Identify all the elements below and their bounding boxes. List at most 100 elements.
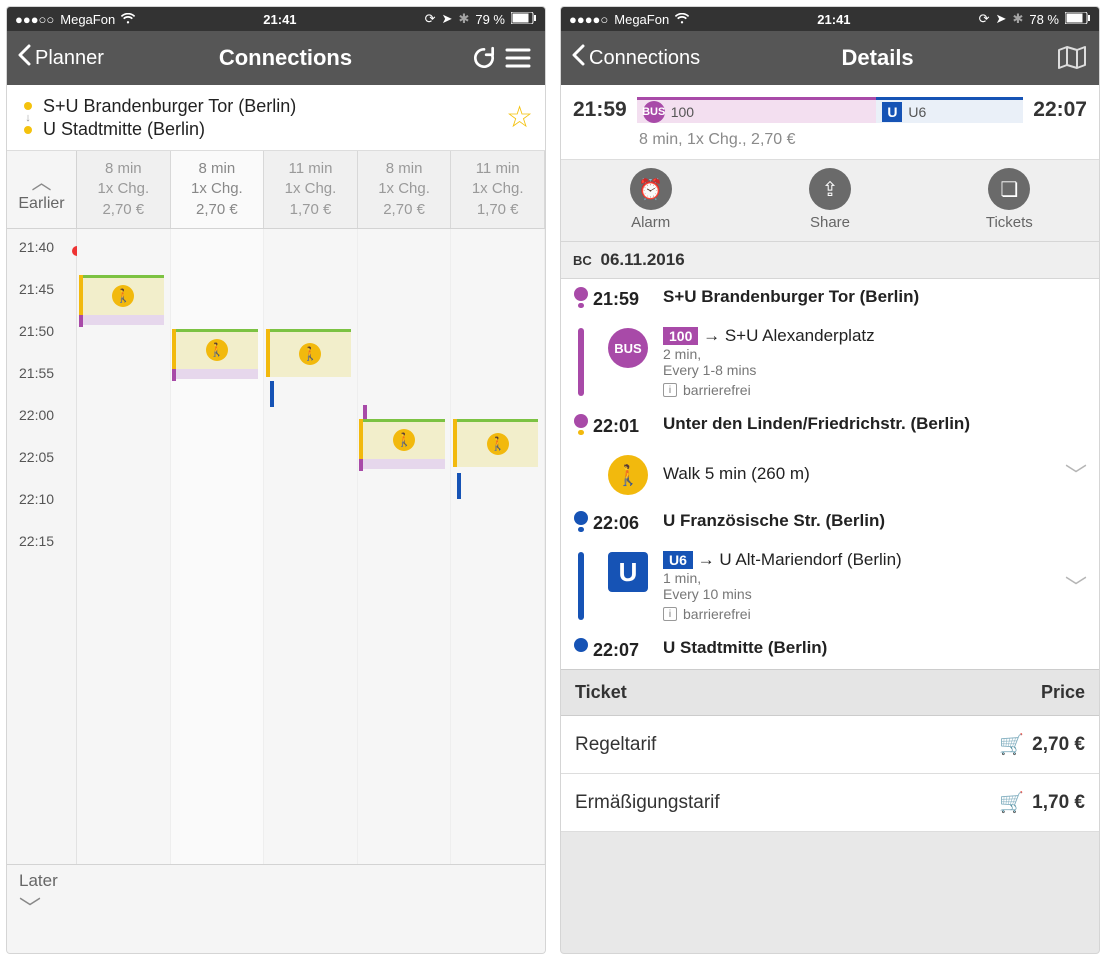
wifi-icon (121, 12, 135, 27)
page-title: Connections (104, 45, 467, 71)
walk-icon: 🚶 (393, 429, 415, 451)
trip-block[interactable]: 🚶 (176, 329, 258, 369)
trip-meta: 8 min, 1x Chg., 2,70 € (639, 131, 1087, 149)
segment-walk-row[interactable]: 🚶 Walk 5 min (260 m) ﹀ (561, 445, 1099, 503)
chevron-down-icon: ﹀ (19, 891, 533, 923)
signal-icon: ●●●○○ (15, 12, 54, 27)
status-bar: ●●●○○ MegaFon 21:41 ⟳ ➤ ✱ 79 % (7, 7, 545, 31)
trip-segments-bar: BUS 100 U U6 (637, 95, 1024, 125)
battery-label: 78 % (1029, 12, 1059, 27)
stop-time: 21:59 (593, 287, 663, 310)
time-2145: 21:45 (19, 281, 54, 297)
segment-bus-row[interactable]: BUS 100 → S+U Alexanderplatz 2 min, Ever… (561, 318, 1099, 406)
segment-bus[interactable]: BUS 100 (637, 97, 877, 123)
bluetooth-icon: ✱ (458, 11, 469, 27)
lane-4[interactable]: 🚶 (451, 229, 545, 864)
ticket-row-regeltarif[interactable]: Regeltarif 🛒2,70 € (561, 716, 1099, 774)
cart-icon: 🛒 (999, 732, 1024, 757)
connection-col-0[interactable]: 8 min 1x Chg. 2,70 € (77, 151, 171, 228)
node-icon (574, 414, 588, 428)
orientation-lock-icon: ⟳ (425, 11, 436, 27)
chevron-left-icon (571, 44, 585, 72)
connection-col-3[interactable]: 8 min 1x Chg. 2,70 € (358, 151, 452, 228)
lane-1[interactable]: 🚶 (171, 229, 265, 864)
segment-ubahn[interactable]: U U6 (876, 97, 1023, 123)
alarm-icon: ⏰ (630, 168, 672, 210)
direction: U Alt-Mariendorf (Berlin) (719, 550, 901, 569)
time-2155: 21:55 (19, 365, 54, 381)
bus-icon: BUS (643, 101, 665, 123)
time-2215: 22:15 (19, 533, 54, 549)
alarm-button[interactable]: ⏰ Alarm (561, 168, 740, 231)
arrow-icon: → (703, 326, 725, 345)
trip-summary: 21:59 BUS 100 U U6 22:07 8 min, 1x Chg.,… (561, 85, 1099, 160)
earlier-button[interactable]: ︿ Earlier (7, 151, 77, 228)
back-label: Connections (589, 47, 700, 70)
walk-icon: 🚶 (608, 455, 648, 495)
battery-label: 79 % (475, 12, 505, 27)
line-badge: 100 (663, 327, 698, 345)
line-badge: U6 (663, 551, 693, 569)
walk-icon: 🚶 (487, 433, 509, 455)
connection-col-2[interactable]: 11 min 1x Chg. 1,70 € (264, 151, 358, 228)
tickets-button[interactable]: ❏ Tickets (920, 168, 1099, 231)
connection-col-1[interactable]: 8 min 1x Chg. 2,70 € (171, 151, 265, 228)
back-button[interactable]: Planner (17, 44, 104, 72)
info-icon: i (663, 607, 677, 621)
later-button[interactable]: Later ﹀ (7, 864, 545, 953)
orientation-lock-icon: ⟳ (979, 11, 990, 27)
page-title: Details (700, 45, 1055, 71)
time-2205: 22:05 (19, 449, 54, 465)
arrive-time: 22:07 (1033, 98, 1087, 122)
wifi-icon (675, 12, 689, 27)
node-icon (574, 287, 588, 301)
refresh-button[interactable] (467, 41, 501, 75)
walk-icon: 🚶 (299, 343, 321, 365)
stop-label: U Stadtmitte (Berlin) (663, 638, 1087, 661)
stop-time: 22:01 (593, 414, 663, 437)
share-button[interactable]: ⇪ Share (740, 168, 919, 231)
trip-block[interactable]: 🚶 (83, 275, 165, 315)
trip-block[interactable]: 🚶 (457, 419, 539, 467)
back-button[interactable]: Connections (571, 44, 700, 72)
trip-block[interactable]: 🚶 (270, 329, 352, 377)
lane-3[interactable]: 🚶 (358, 229, 452, 864)
stop-row: 22:07 U Stadtmitte (Berlin) (561, 630, 1099, 669)
route-from: S+U Brandenburger Tor (Berlin) (43, 95, 506, 118)
location-icon: ➤ (442, 11, 453, 27)
stop-label: U Französische Str. (Berlin) (663, 511, 1087, 534)
time-2210: 22:10 (19, 491, 54, 507)
ticket-row-ermaessigung[interactable]: Ermäßigungstarif 🛒1,70 € (561, 774, 1099, 832)
stop-row: 21:59 S+U Brandenburger Tor (Berlin) (561, 279, 1099, 318)
time-axis: 21:40 21:45 21:50 21:55 22:00 22:05 22:1… (7, 229, 77, 864)
connection-col-4[interactable]: 11 min 1x Chg. 1,70 € (451, 151, 545, 228)
route-summary[interactable]: ↓ S+U Brandenburger Tor (Berlin) U Stadt… (7, 85, 545, 151)
connections-screen: ●●●○○ MegaFon 21:41 ⟳ ➤ ✱ 79 % Planner C… (6, 6, 546, 954)
time-2200: 22:00 (19, 407, 54, 423)
lane-0[interactable]: 🚶 (77, 229, 171, 864)
battery-icon (511, 12, 537, 27)
bluetooth-icon: ✱ (1012, 11, 1023, 27)
info-icon: i (663, 383, 677, 397)
map-button[interactable] (1055, 41, 1089, 75)
chevron-left-icon (17, 44, 31, 72)
walk-icon: 🚶 (112, 285, 134, 307)
segment-ubahn-row[interactable]: U U6 → U Alt-Mariendorf (Berlin) 1 min, … (561, 542, 1099, 630)
timeline: 21:40 21:45 21:50 21:55 22:00 22:05 22:1… (7, 229, 545, 864)
stop-row: 22:01 Unter den Linden/Friedrichstr. (Be… (561, 406, 1099, 445)
arrow-icon: → (698, 550, 720, 569)
battery-icon (1065, 12, 1091, 27)
trip-block[interactable]: 🚶 (363, 419, 445, 459)
lane-2[interactable]: 🚶 (264, 229, 358, 864)
share-icon: ⇪ (809, 168, 851, 210)
status-time: 21:41 (817, 12, 850, 27)
date-row: BC 06.11.2016 (561, 242, 1099, 279)
stop-time: 22:06 (593, 511, 663, 534)
ticket-header: Ticket Price (561, 669, 1099, 716)
back-label: Planner (35, 47, 104, 70)
favorite-button[interactable]: ☆ (506, 100, 533, 135)
cart-icon: 🛒 (999, 790, 1024, 815)
menu-button[interactable] (501, 41, 535, 75)
carrier-label: MegaFon (60, 12, 115, 27)
direction: S+U Alexanderplatz (725, 326, 875, 345)
